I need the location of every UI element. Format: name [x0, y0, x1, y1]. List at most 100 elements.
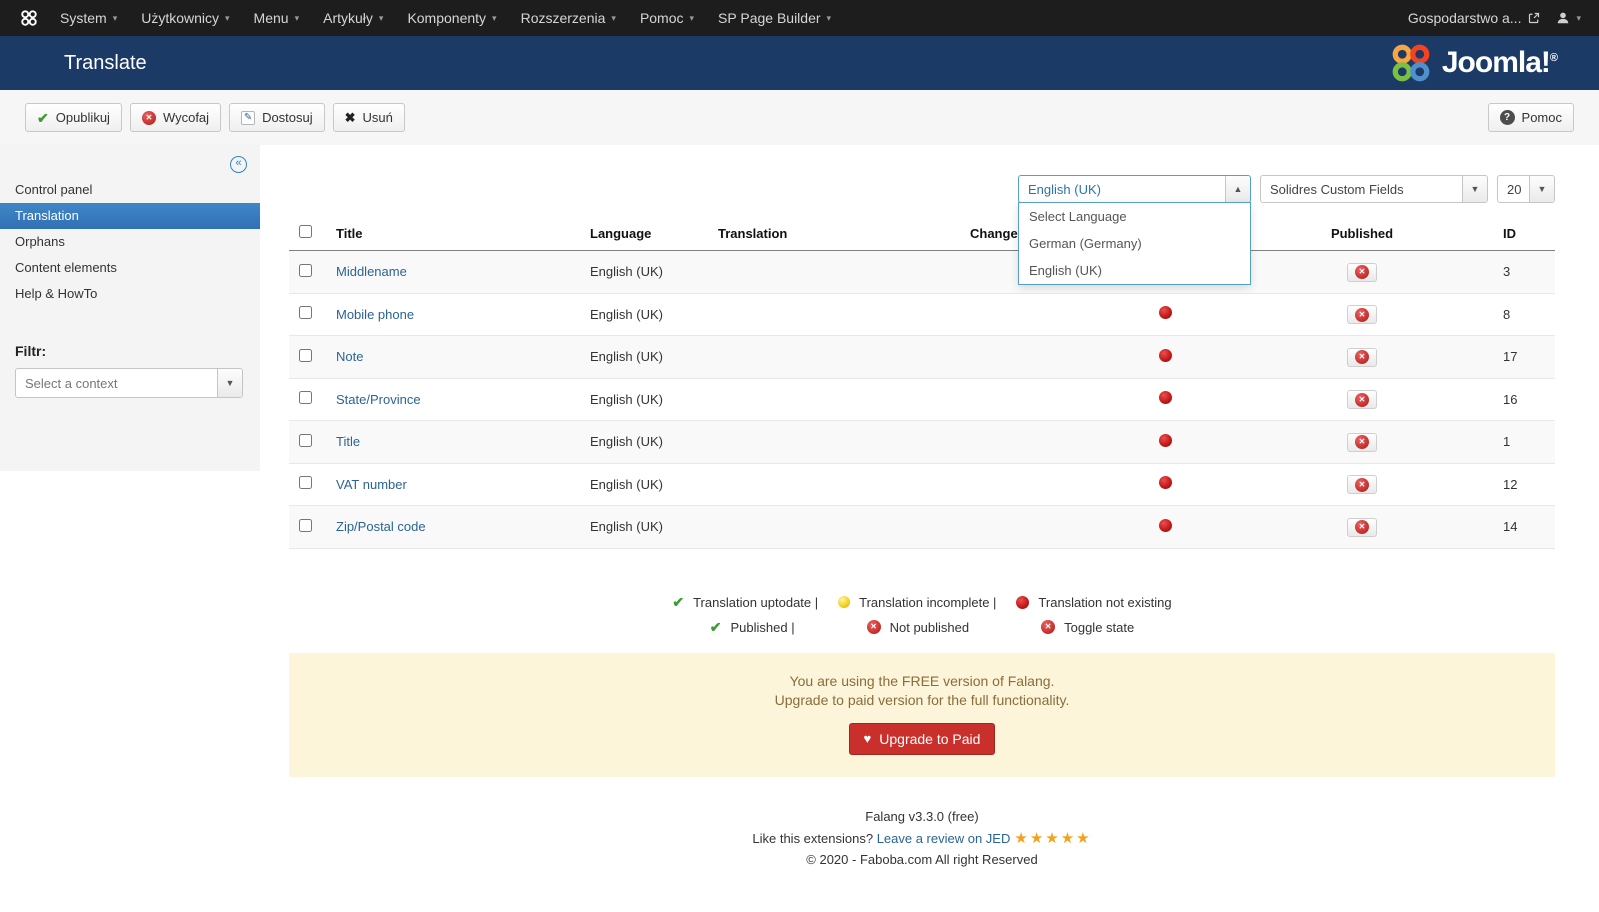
- translation-missing-icon: [1159, 306, 1172, 319]
- circle-x-icon: ✕: [1355, 265, 1369, 279]
- sidebar-item[interactable]: Content elements: [0, 255, 260, 281]
- user-menu[interactable]: ▾: [1556, 11, 1581, 25]
- row-title-link[interactable]: Note: [336, 349, 363, 364]
- row-checkbox[interactable]: [299, 349, 312, 362]
- sidebar-item[interactable]: Control panel: [0, 177, 260, 203]
- circle-x-icon: ✕: [1355, 520, 1369, 534]
- row-checkbox[interactable]: [299, 476, 312, 489]
- legend-item: ✕ Toggle state: [1041, 620, 1134, 635]
- language-select-value: English (UK): [1019, 176, 1225, 202]
- row-checkbox-cell: [289, 463, 331, 506]
- caret-up-icon[interactable]: ▲: [1225, 176, 1250, 202]
- row-language-cell: English (UK): [585, 293, 713, 336]
- topnav-menu-label: System: [60, 10, 107, 26]
- delete-button[interactable]: ✖ Usuń: [333, 103, 405, 132]
- row-checkbox[interactable]: [299, 519, 312, 532]
- toolbar-help: ? Pomoc: [1488, 103, 1574, 132]
- row-title-link[interactable]: VAT number: [336, 477, 407, 492]
- review-prefix: Like this extensions?: [752, 831, 873, 846]
- row-checkbox-cell: [289, 336, 331, 379]
- legend-label: Translation uptodate |: [693, 595, 818, 610]
- circle-x-icon: ✕: [1355, 393, 1369, 407]
- fields-select[interactable]: Solidres Custom Fields ▼: [1260, 175, 1488, 203]
- row-published-cell: ✕: [1265, 336, 1459, 379]
- row-checkbox[interactable]: [299, 306, 312, 319]
- topnav-menu-item[interactable]: Menu ▾: [242, 0, 312, 36]
- topnav-menu-item[interactable]: Pomoc ▾: [628, 0, 706, 36]
- sidebar-item[interactable]: Orphans: [0, 229, 260, 255]
- caret-down-icon: ▾: [492, 13, 497, 24]
- row-title-link[interactable]: Zip/Postal code: [336, 519, 426, 534]
- publish-toggle[interactable]: ✕: [1347, 433, 1377, 452]
- row-title-link[interactable]: Title: [336, 434, 360, 449]
- translation-missing-icon: [1159, 519, 1172, 532]
- row-checkbox[interactable]: [299, 264, 312, 277]
- row-title-link[interactable]: Middlename: [336, 264, 407, 279]
- check-icon: ✔: [672, 595, 684, 609]
- topnav-menu-item[interactable]: System ▾: [48, 0, 129, 36]
- site-name: Gospodarstwo a...: [1408, 10, 1522, 26]
- row-translation-cell: [713, 463, 965, 506]
- legend-row-translation: ✔ Translation uptodate | Translation inc…: [289, 595, 1555, 610]
- help-button[interactable]: ? Pomoc: [1488, 103, 1574, 132]
- help-button-label: Pomoc: [1522, 110, 1562, 125]
- upgrade-button[interactable]: ♥ Upgrade to Paid: [849, 723, 996, 755]
- review-link[interactable]: Leave a review on JED: [877, 831, 1011, 846]
- row-changed-cell: [965, 378, 1065, 421]
- topnav-menu-item[interactable]: Komponenty ▾: [395, 0, 508, 36]
- topnav-menu-item[interactable]: SP Page Builder ▾: [706, 0, 843, 36]
- topnav-menu-label: SP Page Builder: [718, 10, 820, 26]
- language-option[interactable]: Select Language: [1019, 203, 1250, 230]
- publish-toggle[interactable]: ✕: [1347, 475, 1377, 494]
- limit-select[interactable]: 20 ▼: [1497, 175, 1555, 203]
- language-option[interactable]: German (Germany): [1019, 230, 1250, 257]
- legend-label: Published |: [731, 620, 795, 635]
- row-state-cell: [1065, 421, 1265, 464]
- context-select-value: Select a context: [16, 369, 217, 397]
- row-id: 1: [1503, 434, 1510, 449]
- site-preview-link[interactable]: Gospodarstwo a...: [1408, 10, 1541, 26]
- row-title-link[interactable]: State/Province: [336, 392, 421, 407]
- topnav-menu-item[interactable]: Rozszerzenia ▾: [509, 0, 628, 36]
- publish-toggle[interactable]: ✕: [1347, 305, 1377, 324]
- circle-x-icon: ✕: [1355, 478, 1369, 492]
- publish-toggle[interactable]: ✕: [1347, 263, 1377, 282]
- select-all-checkbox[interactable]: [299, 225, 312, 238]
- row-title-cell: Zip/Postal code: [331, 506, 585, 549]
- row-title-link[interactable]: Mobile phone: [336, 307, 414, 322]
- publish-toggle[interactable]: ✕: [1347, 518, 1377, 537]
- row-checkbox[interactable]: [299, 391, 312, 404]
- language-select[interactable]: English (UK) ▲ Select LanguageGerman (Ge…: [1018, 175, 1251, 203]
- top-navbar: System ▾ Użytkownicy ▾ Menu ▾ Artykuły ▾…: [0, 0, 1599, 36]
- language-option[interactable]: English (UK): [1019, 257, 1250, 284]
- context-select[interactable]: Select a context ▼: [15, 368, 243, 398]
- sidebar-item[interactable]: Translation: [0, 203, 260, 229]
- legend-item: ✕ Not published: [867, 620, 970, 635]
- topnav-menu-label: Rozszerzenia: [521, 10, 606, 26]
- unpublish-button[interactable]: ✕ Wycofaj: [130, 103, 221, 132]
- topnav-menu-item[interactable]: Użytkownicy ▾: [129, 0, 241, 36]
- adjust-button[interactable]: ✎ Dostosuj: [229, 103, 325, 132]
- row-id: 8: [1503, 307, 1510, 322]
- topnav-menu-item[interactable]: Artykuły ▾: [311, 0, 395, 36]
- row-checkbox-cell: [289, 378, 331, 421]
- row-published-cell: ✕: [1265, 251, 1459, 294]
- heart-icon: ♥: [864, 732, 872, 745]
- row-checkbox[interactable]: [299, 434, 312, 447]
- row-id: 17: [1503, 349, 1517, 364]
- joomla-menu-icon[interactable]: [20, 9, 38, 27]
- sidebar-item[interactable]: Help & HowTo: [0, 281, 260, 307]
- publish-button[interactable]: ✔ Opublikuj: [25, 103, 122, 132]
- row-checkbox-cell: [289, 293, 331, 336]
- row-language-cell: English (UK): [585, 251, 713, 294]
- sidebar-collapse-icon[interactable]: «: [230, 156, 247, 173]
- publish-toggle[interactable]: ✕: [1347, 348, 1377, 367]
- circle-x-icon: ✕: [1041, 620, 1055, 634]
- publish-toggle[interactable]: ✕: [1347, 390, 1377, 409]
- circle-x-icon: ✕: [1355, 435, 1369, 449]
- row-id-cell: 12: [1459, 463, 1555, 506]
- check-icon: ✔: [37, 111, 49, 125]
- row-changed-cell: [965, 336, 1065, 379]
- fields-select-value: Solidres Custom Fields: [1261, 176, 1462, 202]
- col-header-published: Published: [1265, 216, 1459, 251]
